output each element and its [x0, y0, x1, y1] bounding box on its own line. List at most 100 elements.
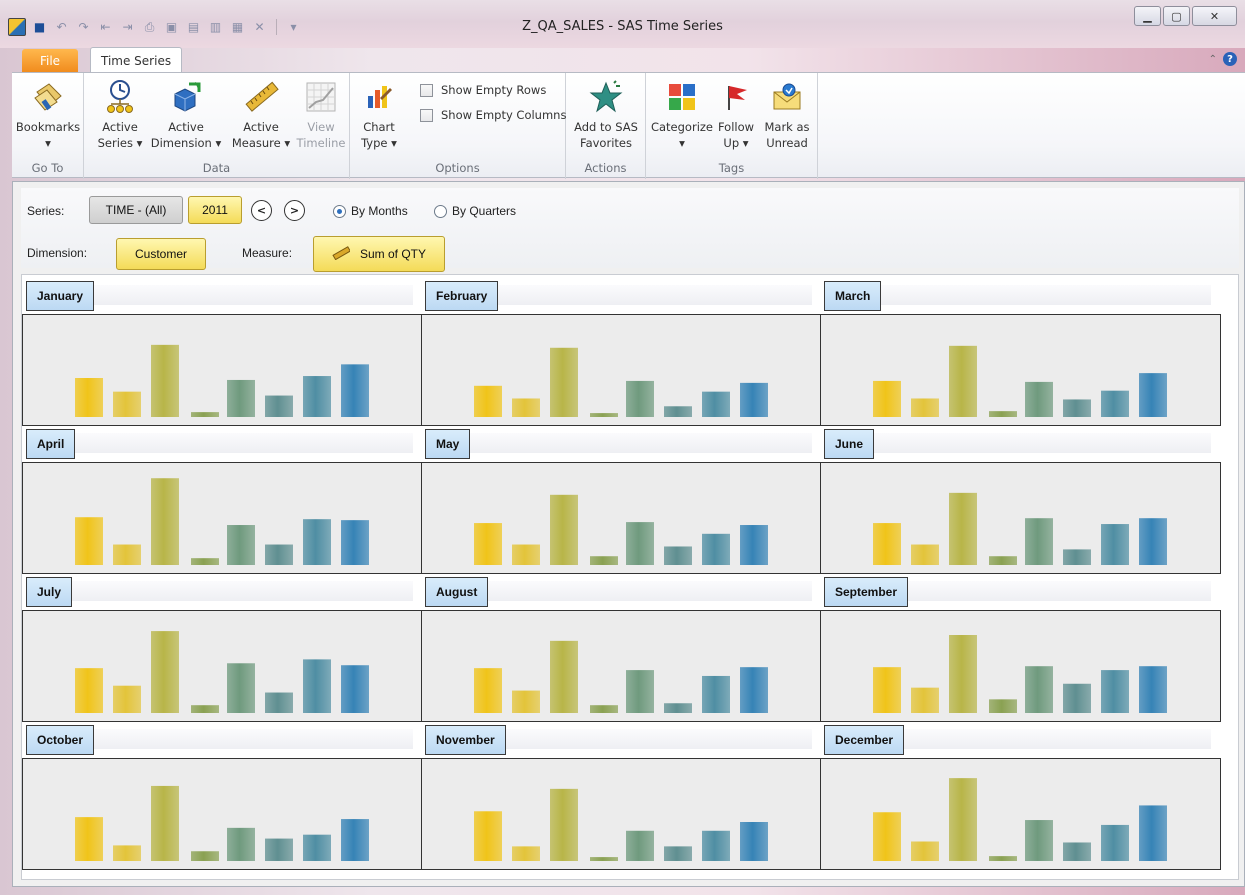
bar-august-3[interactable] [550, 640, 578, 713]
bar-march-8[interactable] [1139, 373, 1167, 417]
collapse-ribbon-icon[interactable]: ⌃ [1209, 54, 1217, 65]
bar-march-2[interactable] [911, 398, 939, 417]
bar-april-8[interactable] [341, 520, 369, 565]
bar-may-1[interactable] [474, 523, 502, 565]
bar-july-4[interactable] [191, 705, 219, 713]
bar-may-2[interactable] [512, 544, 540, 565]
bar-april-4[interactable] [191, 558, 219, 565]
month-chart-august[interactable] [421, 610, 822, 722]
bar-january-6[interactable] [265, 395, 293, 417]
bar-january-4[interactable] [191, 412, 219, 417]
bar-january-3[interactable] [151, 344, 179, 417]
bar-february-1[interactable] [474, 385, 502, 417]
minimize-button[interactable]: ▁ [1134, 6, 1161, 26]
bar-august-2[interactable] [512, 690, 540, 713]
month-chart-february[interactable] [421, 314, 822, 426]
chart-type-button[interactable]: Chart Type ▾ [354, 77, 404, 151]
bar-may-5[interactable] [626, 522, 654, 565]
bar-november-6[interactable] [664, 846, 692, 861]
bar-may-4[interactable] [590, 556, 618, 565]
bar-december-5[interactable] [1025, 820, 1053, 861]
bar-july-1[interactable] [75, 668, 103, 713]
bar-march-7[interactable] [1101, 390, 1129, 417]
bar-september-8[interactable] [1139, 666, 1167, 713]
bar-july-8[interactable] [341, 665, 369, 713]
bar-march-4[interactable] [989, 411, 1017, 417]
bar-september-2[interactable] [911, 687, 939, 713]
by-quarters-radio[interactable] [434, 204, 447, 218]
bar-september-5[interactable] [1025, 666, 1053, 713]
time-all-button[interactable]: TIME - (All) [89, 196, 183, 224]
bar-october-6[interactable] [265, 838, 293, 861]
follow-up-button[interactable]: Follow Up ▾ [714, 77, 758, 151]
bar-august-1[interactable] [474, 668, 502, 713]
bar-april-6[interactable] [265, 544, 293, 565]
year-button[interactable]: 2011 [188, 196, 242, 224]
bar-may-8[interactable] [740, 525, 768, 565]
bar-august-7[interactable] [702, 675, 730, 713]
month-chart-october[interactable] [22, 758, 423, 870]
month-chart-january[interactable] [22, 314, 423, 426]
bar-august-4[interactable] [590, 705, 618, 713]
bar-march-3[interactable] [949, 345, 977, 417]
bar-january-2[interactable] [113, 391, 141, 417]
bar-november-2[interactable] [512, 846, 540, 861]
month-chart-december[interactable] [820, 758, 1221, 870]
month-chart-september[interactable] [820, 610, 1221, 722]
bar-september-4[interactable] [989, 699, 1017, 713]
active-dimension-button[interactable]: Active Dimension ▾ [148, 77, 224, 151]
month-button-july[interactable]: July [26, 577, 73, 607]
month-chart-june[interactable] [820, 462, 1221, 574]
bar-july-5[interactable] [227, 663, 255, 713]
bar-july-6[interactable] [265, 692, 293, 713]
bar-october-3[interactable] [151, 785, 179, 861]
bar-december-7[interactable] [1101, 824, 1129, 861]
bar-june-4[interactable] [989, 556, 1017, 565]
month-button-january[interactable]: January [26, 281, 95, 311]
view-timeline-button[interactable]: View Timeline [296, 77, 346, 151]
bar-may-6[interactable] [664, 546, 692, 565]
bar-december-6[interactable] [1063, 842, 1091, 861]
bar-june-7[interactable] [1101, 524, 1129, 565]
month-chart-july[interactable] [22, 610, 423, 722]
bar-december-8[interactable] [1139, 805, 1167, 861]
bar-november-8[interactable] [740, 822, 768, 861]
maximize-button[interactable]: ▢ [1163, 6, 1190, 26]
bar-november-4[interactable] [590, 857, 618, 861]
bar-december-1[interactable] [873, 812, 901, 861]
bar-may-3[interactable] [550, 494, 578, 565]
add-to-favorites-button[interactable]: Add to SAS Favorites [570, 77, 642, 151]
dimension-button[interactable]: Customer [116, 238, 206, 270]
bookmarks-button[interactable]: Bookmarks ▾ [16, 77, 80, 151]
help-icon[interactable]: ? [1223, 52, 1237, 66]
bar-november-7[interactable] [702, 830, 730, 861]
bar-july-3[interactable] [151, 631, 179, 713]
month-button-august[interactable]: August [425, 577, 489, 607]
bar-december-2[interactable] [911, 841, 939, 862]
bar-april-2[interactable] [113, 544, 141, 565]
bar-december-4[interactable] [989, 856, 1017, 861]
tab-time-series[interactable]: Time Series [90, 47, 183, 73]
next-button[interactable]: > [284, 200, 305, 221]
bar-september-3[interactable] [949, 635, 977, 713]
bar-november-3[interactable] [550, 788, 578, 861]
bar-april-7[interactable] [303, 519, 331, 565]
show-empty-columns-checkbox[interactable] [420, 108, 433, 122]
bar-march-1[interactable] [873, 380, 901, 417]
by-quarters-option[interactable]: By Quarters [434, 204, 516, 218]
bar-february-3[interactable] [550, 347, 578, 417]
month-chart-april[interactable] [22, 462, 423, 574]
bar-june-8[interactable] [1139, 518, 1167, 565]
bar-june-3[interactable] [949, 492, 977, 565]
show-empty-rows-checkbox[interactable] [420, 83, 433, 97]
by-months-option[interactable]: By Months [333, 204, 408, 218]
bar-june-1[interactable] [873, 523, 901, 565]
month-button-october[interactable]: October [26, 725, 95, 755]
bar-august-5[interactable] [626, 670, 654, 713]
bar-may-7[interactable] [702, 533, 730, 565]
bar-march-6[interactable] [1063, 399, 1091, 417]
tab-file[interactable]: File [22, 49, 78, 73]
bar-february-4[interactable] [590, 413, 618, 417]
active-measure-button[interactable]: Active Measure ▾ [226, 77, 296, 151]
bar-june-6[interactable] [1063, 549, 1091, 565]
